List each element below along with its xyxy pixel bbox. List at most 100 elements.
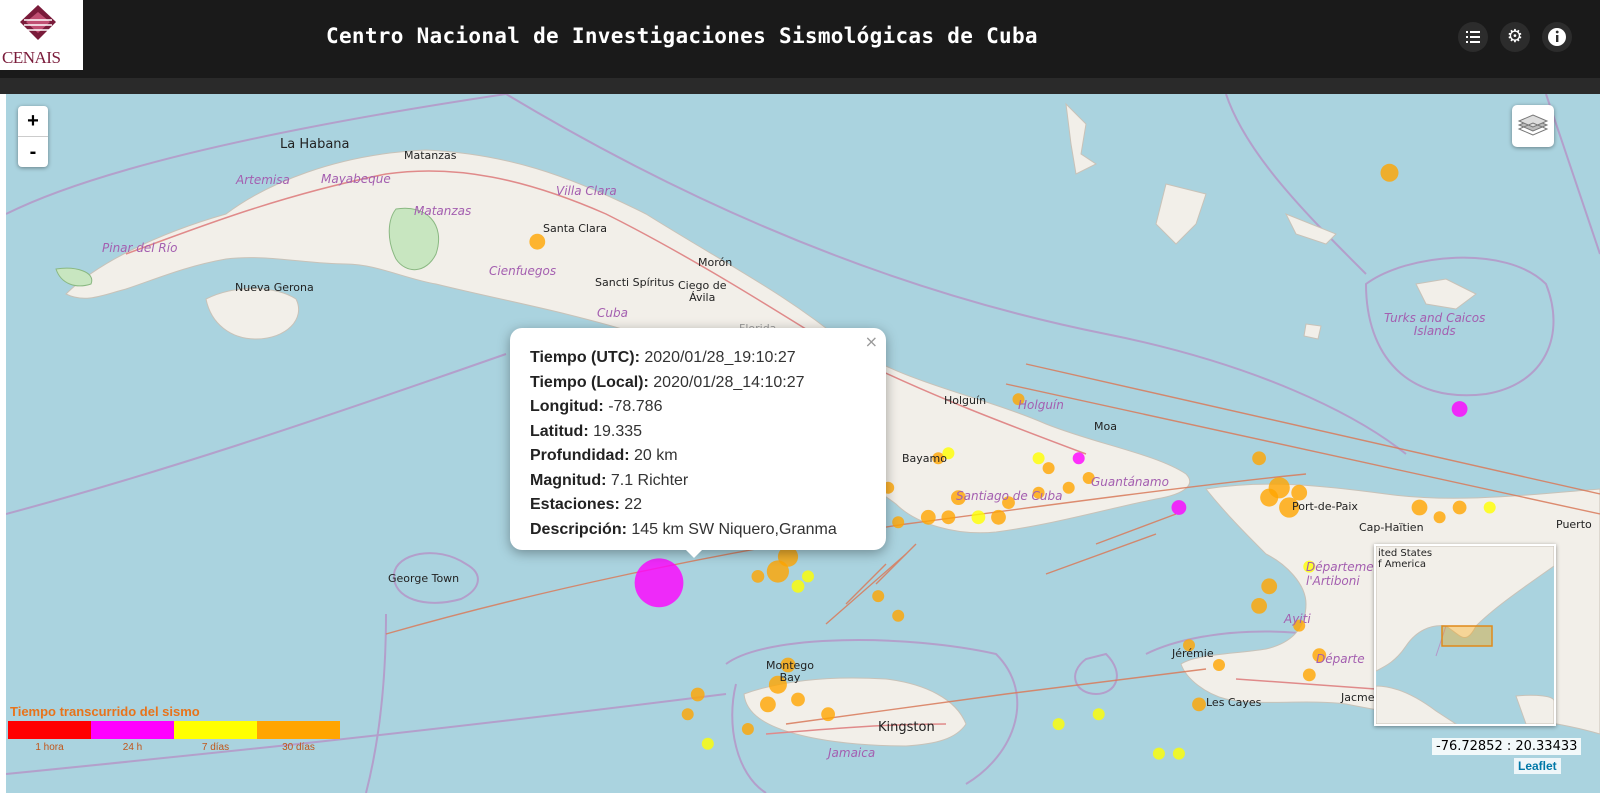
list-button[interactable] [1458, 22, 1488, 52]
earthquake-marker[interactable] [766, 560, 790, 583]
popup-row: Tiempo (UTC): 2020/01/28_19:10:27 [530, 346, 837, 371]
earthquake-marker[interactable] [681, 708, 694, 721]
minimap[interactable]: ited States f America [1374, 544, 1556, 726]
place-label: Jacmel [1341, 691, 1378, 704]
place-label: La Habana [280, 137, 350, 152]
earthquake-marker[interactable] [1268, 477, 1290, 499]
earthquake-marker[interactable] [1072, 452, 1085, 465]
minimap-label: ited States f America [1378, 548, 1433, 570]
earthquake-marker[interactable] [1032, 452, 1045, 465]
cenais-logo[interactable]: CENAIS [0, 0, 83, 70]
popup-row-label: Estaciones: [530, 496, 620, 513]
popup-row-value: 19.335 [588, 422, 643, 440]
country-label: Cuba [597, 306, 628, 320]
province-label: Villa Clara [556, 184, 617, 198]
place-label: Montego Bay [766, 659, 814, 684]
earthquake-marker[interactable] [1042, 462, 1055, 475]
layers-icon [1517, 114, 1549, 136]
earthquake-marker[interactable] [1251, 598, 1267, 614]
top-bar: CENAIS Centro Nacional de Investigacione… [0, 0, 1600, 78]
popup-content: Tiempo (UTC): 2020/01/28_19:10:27 Tiempo … [530, 346, 837, 542]
settings-button[interactable]: ⚙ [1500, 22, 1530, 52]
popup-row: Tiempo (Local): 2020/01/28_14:10:27 [530, 371, 837, 396]
minimap-map [1376, 546, 1554, 724]
earthquake-marker[interactable] [1171, 500, 1187, 515]
popup-row: Longitud: -78.786 [530, 395, 837, 420]
place-label: George Town [388, 572, 460, 585]
info-button[interactable] [1542, 22, 1572, 52]
popup-row-value: 7.1 Richter [606, 471, 689, 489]
zoom-in-button[interactable]: + [18, 106, 48, 136]
place-label: Holguín [944, 394, 987, 407]
earthquake-marker[interactable] [991, 509, 1006, 525]
coordinate-readout: -76.72852 : 20.33433 [1432, 738, 1582, 755]
earthquake-marker[interactable] [1433, 511, 1446, 524]
legend-swatch [8, 721, 91, 739]
popup-row: Estaciones: 22 [530, 493, 837, 518]
popup-row-label: Profundidad: [530, 447, 630, 464]
earthquake-marker[interactable] [1252, 451, 1266, 466]
popup-row-label: Latitud: [530, 422, 589, 440]
earthquake-marker[interactable] [1092, 708, 1105, 721]
popup-row-label: Tiempo (UTC): [530, 349, 640, 366]
earthquake-marker[interactable] [791, 579, 805, 593]
earthquake-marker[interactable] [1192, 697, 1206, 712]
province-label: Holguín [1018, 398, 1064, 412]
earthquake-marker[interactable] [872, 590, 885, 603]
popup-row: Latitud: 19.335 [530, 420, 837, 445]
layers-button[interactable] [1512, 105, 1554, 147]
zoom-out-button[interactable]: - [18, 136, 48, 167]
place-label: Jérémie [1172, 647, 1214, 660]
earthquake-marker[interactable] [892, 516, 905, 529]
country-label: Ayiti [1284, 612, 1311, 626]
popup-row-label: Tiempo (Local): [530, 373, 649, 391]
earthquake-marker[interactable] [892, 609, 905, 622]
close-icon[interactable]: × [865, 332, 878, 351]
earthquake-marker[interactable] [1483, 501, 1496, 514]
earthquake-marker[interactable] [1172, 747, 1185, 760]
list-icon [1466, 31, 1480, 43]
earthquake-marker[interactable] [1213, 659, 1225, 671]
popup-tip [682, 546, 706, 558]
earthquake-marker[interactable] [741, 723, 754, 735]
legend-title: Tiempo transcurrido del sismo [10, 704, 200, 719]
earthquake-marker[interactable] [690, 687, 705, 702]
earthquake-marker[interactable] [941, 510, 956, 525]
earthquake-marker[interactable] [1261, 578, 1278, 595]
earthquake-marker[interactable] [802, 570, 814, 583]
earthquake-marker[interactable] [1302, 668, 1316, 682]
earthquake-marker[interactable] [1291, 484, 1308, 501]
province-label: Cienfuegos [489, 264, 557, 278]
earthquake-marker[interactable] [821, 707, 835, 722]
earthquake-marker[interactable] [920, 509, 936, 525]
popup-row-value: 2020/01/28_19:10:27 [639, 349, 796, 366]
legend-label: 7 días [201, 742, 230, 753]
earthquake-marker[interactable] [791, 692, 805, 707]
earthquake-marker[interactable] [751, 570, 765, 583]
earthquake-marker[interactable] [1452, 500, 1467, 515]
earthquake-marker[interactable] [1062, 481, 1075, 494]
leaflet-attribution[interactable]: Leaflet [1514, 758, 1561, 774]
map-view[interactable]: La Habana Matanzas Artemisa Mayabeque Vi… [6, 94, 1600, 793]
earthquake-marker[interactable] [529, 233, 546, 250]
earthquake-marker[interactable] [1451, 401, 1468, 417]
earthquake-marker[interactable] [1152, 747, 1165, 760]
legend-color-bar [8, 721, 340, 739]
place-label: Matanzas [404, 149, 457, 162]
sub-bar [0, 78, 1600, 94]
earthquake-marker[interactable] [634, 558, 684, 608]
popup-row: Profundidad: 20 km [530, 444, 837, 469]
legend-label: 24 h [122, 742, 143, 753]
earthquake-marker[interactable] [1052, 718, 1065, 731]
logo-text: CENAIS [2, 48, 61, 67]
earthquake-marker[interactable] [1411, 499, 1428, 516]
popup-row-value: 20 km [629, 447, 678, 464]
earthquake-marker[interactable] [701, 737, 714, 750]
earthquake-marker[interactable] [760, 696, 776, 713]
province-label: Guantánamo [1091, 475, 1169, 489]
popup-row-value: 145 km SW Niquero,Granma [626, 520, 837, 538]
earthquake-marker[interactable] [971, 510, 986, 525]
place-label: Puerto [1556, 518, 1592, 531]
earthquake-marker[interactable] [1380, 163, 1399, 182]
province-label: Artemisa [236, 173, 290, 187]
